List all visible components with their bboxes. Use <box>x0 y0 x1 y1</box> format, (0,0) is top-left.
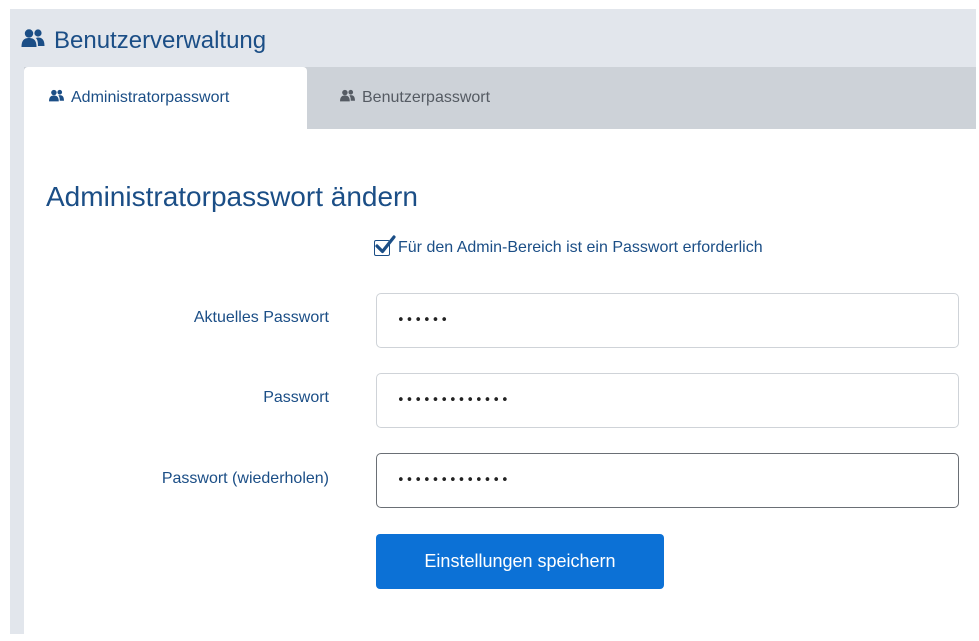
tab-benutzerpasswort[interactable]: Benutzerpasswort <box>339 67 490 129</box>
password-repeat-input[interactable] <box>376 453 959 508</box>
save-settings-button[interactable]: Einstellungen speichern <box>376 534 664 589</box>
tab-label: Benutzerpasswort <box>362 89 491 106</box>
users-icon <box>20 27 46 55</box>
tab-panel: Administratorpasswort ändern Für den Adm… <box>24 129 976 634</box>
password-input[interactable] <box>376 373 959 428</box>
tab-bar: Administratorpasswort Benutzerpasswort <box>24 67 976 129</box>
password-repeat-label: Passwort (wiederholen) <box>161 470 329 487</box>
password-required-row: Für den Admin-Bereich ist ein Passwort e… <box>374 235 763 257</box>
page-header: Benutzerverwaltung <box>20 21 266 61</box>
users-icon <box>339 89 356 107</box>
form-title: Administratorpasswort ändern <box>46 181 418 212</box>
checkmark-icon <box>375 235 396 254</box>
tab-administratorpasswort[interactable]: Administratorpasswort <box>24 67 307 129</box>
user-management-container: Benutzerverwaltung Administratorpasswort <box>10 9 976 634</box>
tab-label: Administratorpasswort <box>71 89 230 106</box>
password-required-checkbox[interactable] <box>374 235 396 256</box>
password-required-label: Für den Admin-Bereich ist ein Passwort e… <box>398 239 763 256</box>
current-password-input[interactable] <box>376 293 959 348</box>
users-icon <box>48 89 65 107</box>
current-password-label: Aktuelles Passwort <box>193 309 329 326</box>
password-label: Passwort <box>263 389 329 406</box>
page-title: Benutzerverwaltung <box>54 27 267 54</box>
